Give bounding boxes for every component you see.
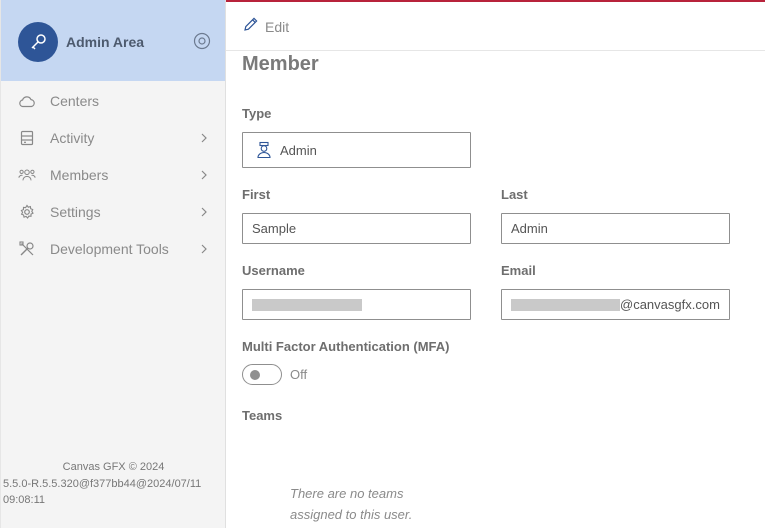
chevron-right-icon[interactable] <box>199 243 209 255</box>
last-label: Last <box>501 187 528 202</box>
first-name-field[interactable]: Sample <box>242 213 471 244</box>
sidebar-header: Admin Area <box>1 0 225 81</box>
chevron-right-icon[interactable] <box>199 206 209 218</box>
mfa-toggle[interactable] <box>242 364 282 385</box>
key-icon <box>18 22 58 62</box>
settings-circle-icon[interactable] <box>192 31 212 51</box>
chevron-right-icon[interactable] <box>199 169 209 181</box>
tools-icon <box>18 240 36 258</box>
page-title: Member <box>242 53 319 75</box>
version-text: 5.5.0-R.5.5.320@f377bb44@2024/07/11 09:0… <box>3 478 202 506</box>
teams-label: Teams <box>242 408 283 423</box>
mfa-label: Multi Factor Authentication (MFA) <box>242 339 450 354</box>
redacted-email-local <box>511 298 620 311</box>
email-field[interactable]: @canvasgfx.com <box>501 289 730 320</box>
edit-label: Edit <box>265 18 290 35</box>
pencil-icon <box>243 16 259 37</box>
sidebar-footer: Canvas GFX © 2024 5.5.0-R.5.5.320@f377bb… <box>1 461 226 508</box>
first-name-value: Sample <box>252 221 297 236</box>
sidebar-item-centers[interactable]: Centers <box>1 82 226 119</box>
teams-empty-message: There are no teams assigned to this user… <box>290 486 413 522</box>
sidebar-item-members[interactable]: Members <box>1 156 226 193</box>
cloud-icon <box>18 92 36 110</box>
gear-icon <box>18 203 36 221</box>
edit-button[interactable]: Edit <box>243 16 289 37</box>
email-label: Email <box>501 263 536 278</box>
first-label: First <box>242 187 271 202</box>
sidebar-item-activity[interactable]: Activity <box>1 119 226 156</box>
sidebar-item-label: Development Tools <box>50 240 169 257</box>
last-name-value: Admin <box>511 221 548 236</box>
toggle-knob <box>250 370 260 380</box>
sidebar-item-settings[interactable]: Settings <box>1 193 226 230</box>
sidebar-item-label: Settings <box>50 203 101 220</box>
sidebar-item-label: Centers <box>50 92 100 109</box>
users-icon <box>18 166 36 184</box>
username-label: Username <box>242 263 305 278</box>
mfa-state: Off <box>290 367 308 382</box>
sidebar-item-development-tools[interactable]: Development Tools <box>1 230 226 267</box>
type-field[interactable]: Admin <box>242 132 471 168</box>
server-icon <box>18 129 36 147</box>
type-value: Admin <box>280 142 317 158</box>
sidebar-item-label: Activity <box>50 129 95 146</box>
sidebar-item-label: Members <box>50 166 109 183</box>
topbar: Edit <box>226 0 765 51</box>
chevron-right-icon[interactable] <box>199 132 209 144</box>
email-domain: @canvasgfx.com <box>620 297 720 312</box>
sidebar-nav: Centers Activity Members Settings Develo… <box>1 82 226 267</box>
type-label: Type <box>242 106 272 121</box>
last-name-field[interactable]: Admin <box>501 213 730 244</box>
copyright-text: Canvas GFX © 2024 <box>62 461 165 473</box>
redacted-username <box>252 298 362 311</box>
username-field[interactable] <box>242 289 471 320</box>
sidebar-title: Admin Area <box>66 34 145 50</box>
sidebar: Admin Area Centers Activity Members Sett… <box>0 0 226 528</box>
admin-user-icon <box>256 141 272 159</box>
